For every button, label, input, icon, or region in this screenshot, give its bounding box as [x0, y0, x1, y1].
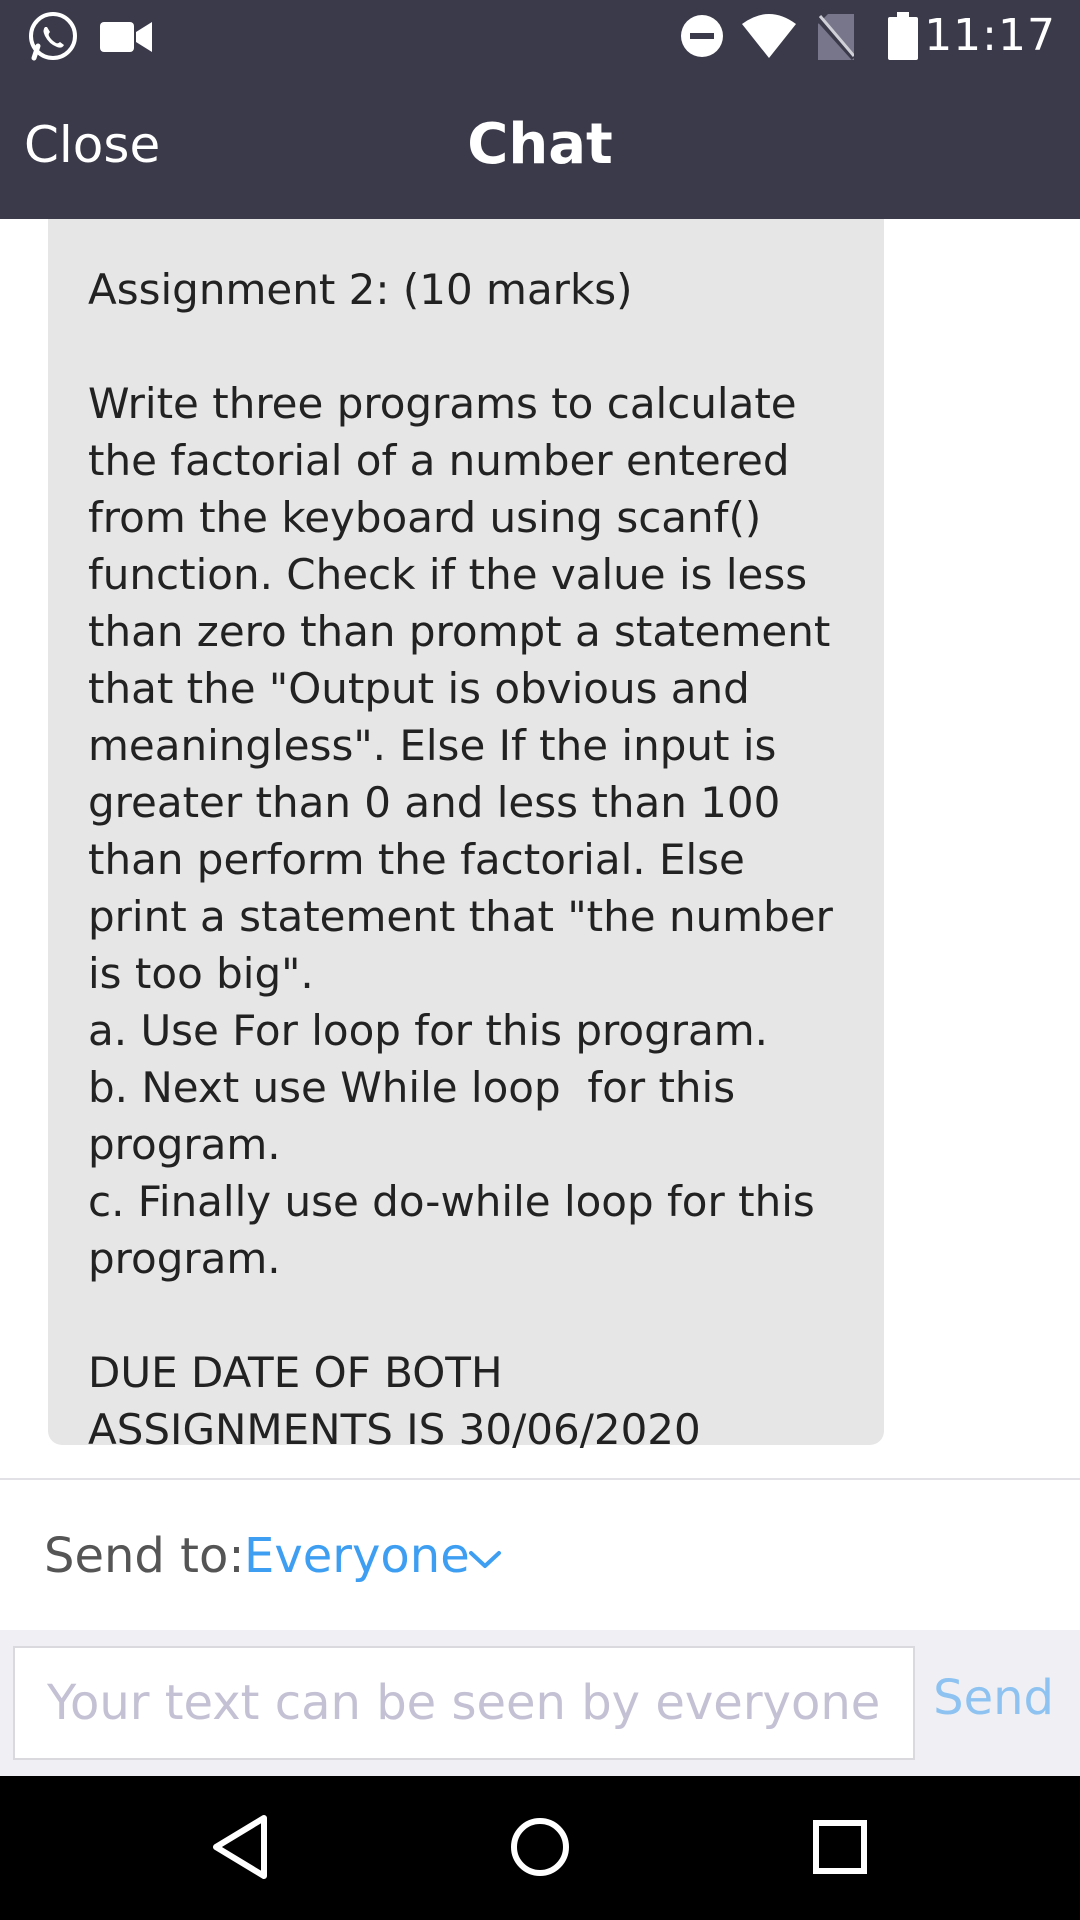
battery-icon	[888, 12, 918, 64]
message-text: Assignment 2: (10 marks) Write three pro…	[88, 265, 833, 1454]
do-not-disturb-icon	[680, 14, 724, 62]
send-button[interactable]: Send	[933, 1670, 1054, 1726]
send-to-row: Send to: Everyone	[0, 1480, 1080, 1630]
send-to-label: Send to:	[44, 1528, 245, 1584]
chat-header: Close Chat	[0, 72, 1080, 219]
composer-row: Send	[0, 1630, 1080, 1776]
chat-message-list[interactable]: Assignment 2: (10 marks) Write three pro…	[0, 219, 1080, 1478]
home-icon[interactable]	[508, 1812, 572, 1886]
status-bar: 11:17	[0, 0, 1080, 72]
send-to-dropdown[interactable]: Everyone	[244, 1528, 470, 1584]
page-title: Chat	[467, 112, 613, 177]
clock-time: 11:17	[924, 10, 1056, 61]
no-sim-icon	[815, 14, 857, 64]
back-icon[interactable]	[210, 1812, 270, 1886]
whatsapp-icon	[26, 10, 80, 68]
recents-icon[interactable]	[810, 1812, 870, 1886]
message-bubble: Assignment 2: (10 marks) Write three pro…	[48, 219, 884, 1454]
chevron-down-icon[interactable]	[468, 1550, 502, 1574]
message-input[interactable]	[13, 1646, 915, 1760]
top-bar: 11:17 Close Chat	[0, 0, 1080, 219]
video-camera-icon	[100, 20, 152, 58]
wifi-icon	[742, 14, 796, 62]
navigation-bar	[0, 1776, 1080, 1920]
